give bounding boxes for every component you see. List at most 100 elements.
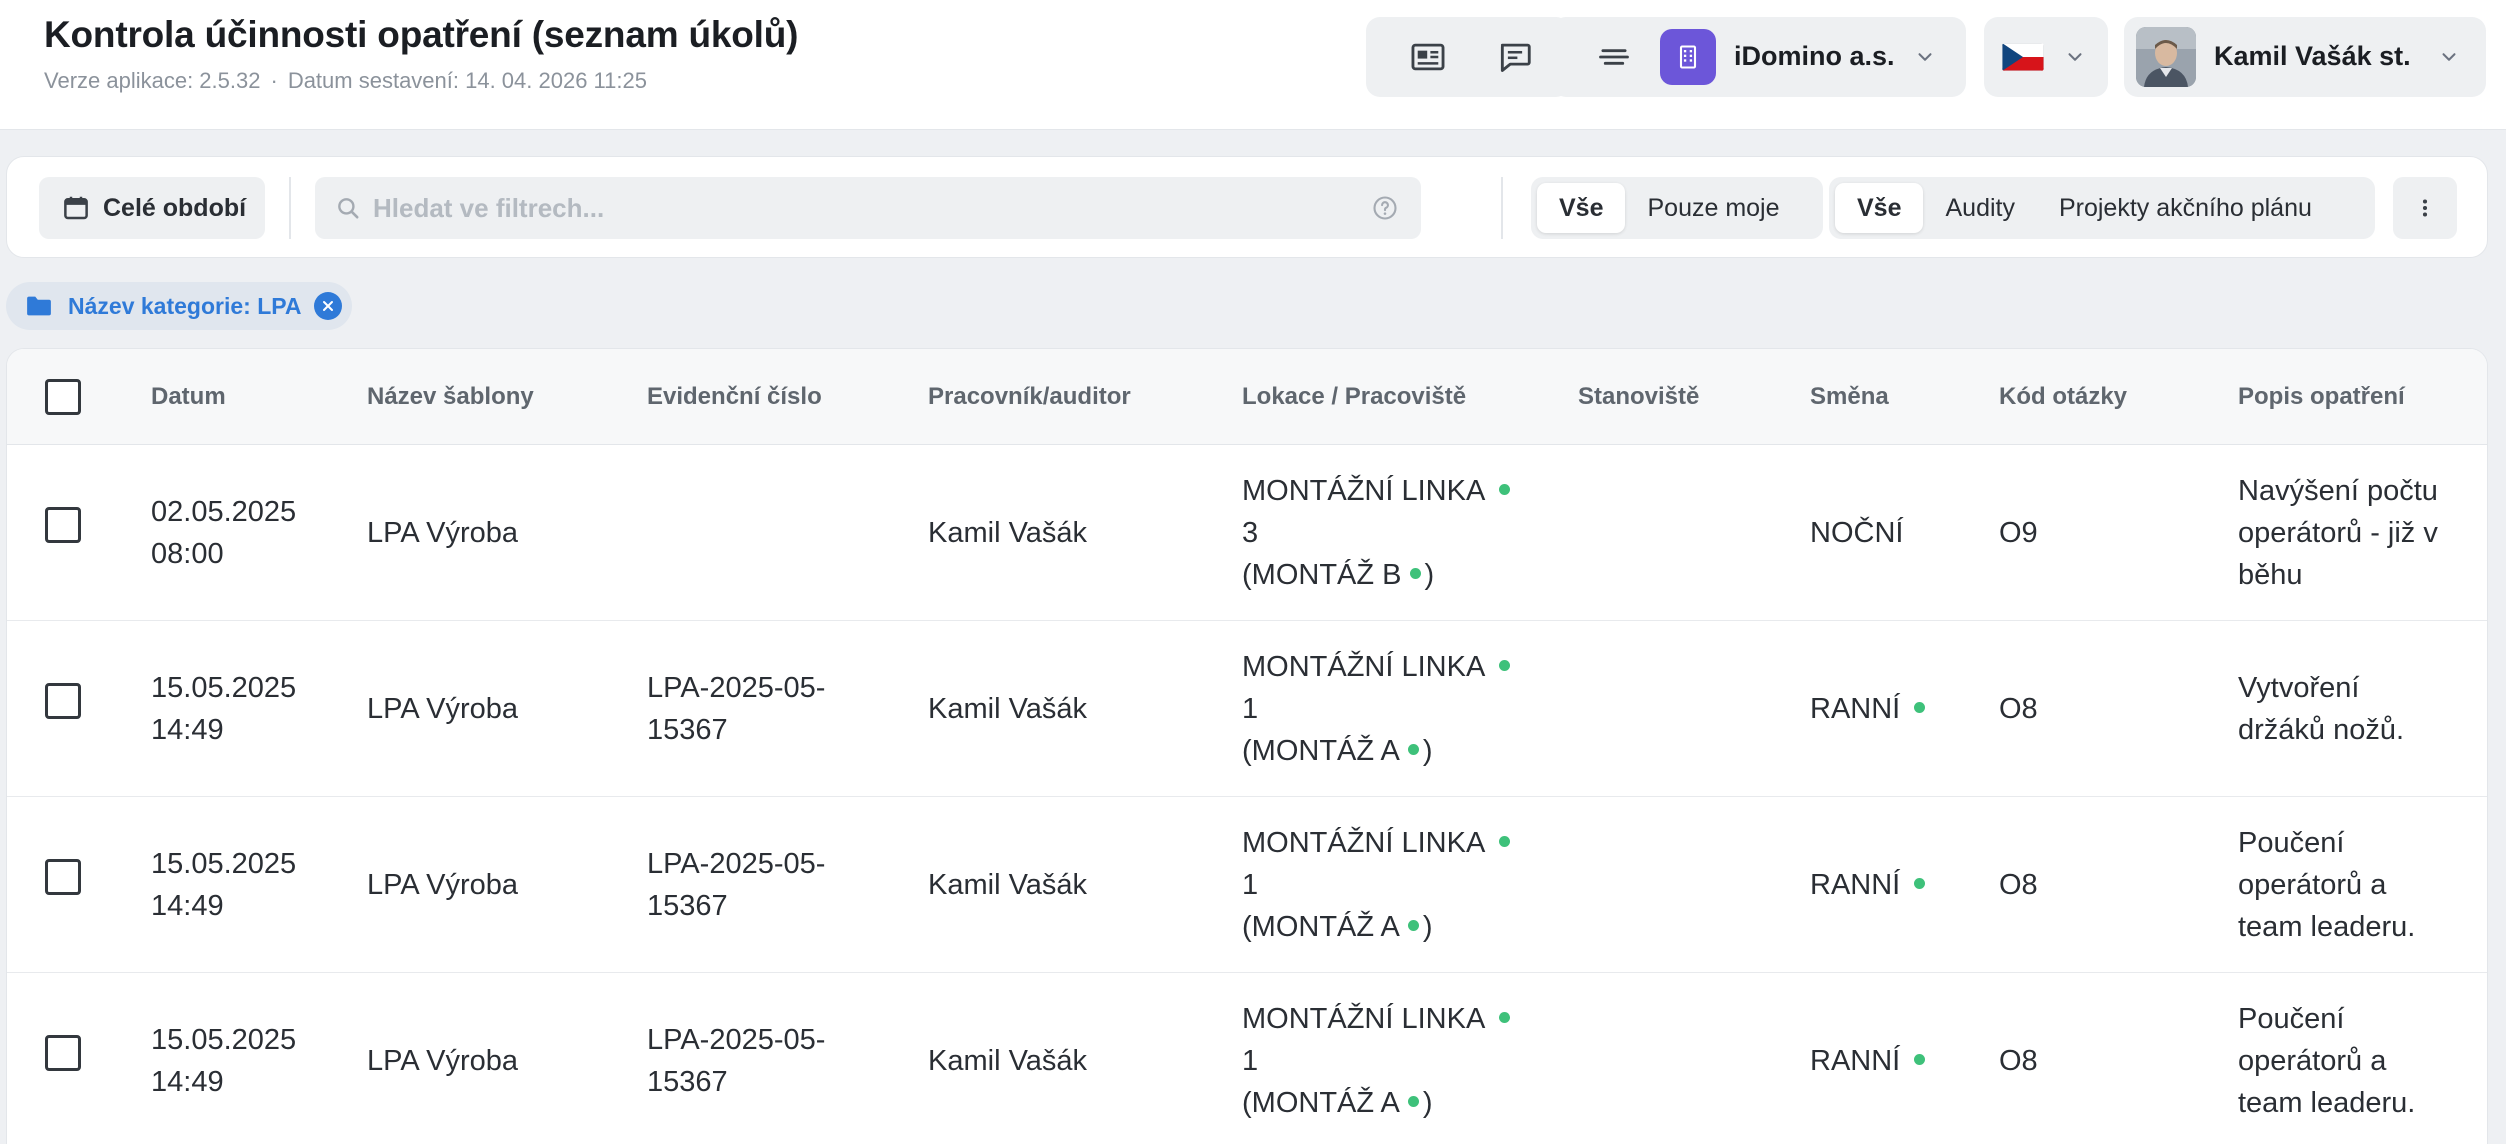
description-line: team leaderu. — [2238, 1087, 2416, 1119]
description-line: běhu — [2238, 559, 2303, 591]
column-header-evidence-number[interactable]: Evidenční číslo — [647, 383, 822, 411]
cell-date: 15.05.2025 14:49 — [151, 1019, 296, 1103]
organization-name: iDomino a.s. — [1734, 41, 1895, 71]
cell-shift: RANNÍ — [1810, 1040, 1926, 1082]
description-line: operátorů a — [2238, 869, 2387, 901]
cell-question-code: O8 — [1999, 1045, 2038, 1077]
cell-worker: Kamil Vašák — [928, 869, 1088, 901]
remove-filter-button[interactable] — [314, 292, 342, 320]
table-row[interactable]: 15.05.2025 14:49 LPA Výroba LPA-2025-05- 153… — [7, 797, 2487, 973]
status-dot — [1407, 1095, 1419, 1107]
cell-location: MONTÁŽNÍ LINKA 1 (MONTÁŽ A) — [1242, 822, 1511, 948]
cell-evidence-number: LPA-2025-05- 15367 — [647, 667, 825, 751]
column-header-worker[interactable]: Pracovník/auditor — [928, 383, 1131, 411]
search-input[interactable] — [373, 177, 1333, 239]
column-header-question-code[interactable]: Kód otázky — [1999, 383, 2127, 411]
row-checkbox[interactable] — [45, 683, 81, 719]
divider — [1501, 177, 1503, 239]
column-header-location[interactable]: Lokace / Pracoviště — [1242, 383, 1466, 411]
workplace-line: (MONTÁŽ A — [1242, 911, 1400, 943]
cell-date: 15.05.2025 14:49 — [151, 667, 296, 751]
chevron-down-icon — [2068, 53, 2082, 61]
cell-location: MONTÁŽNÍ LINKA 3 (MONTÁŽ B) — [1242, 470, 1511, 596]
active-filter-chip: Název kategorie: LPA — [6, 282, 352, 330]
search-box[interactable] — [315, 177, 1421, 239]
column-header-station[interactable]: Stanoviště — [1578, 383, 1699, 411]
table-row[interactable]: 15.05.2025 14:49 LPA Výroba LPA-2025-05- 153… — [7, 973, 2487, 1144]
chevron-down-icon — [1918, 53, 1932, 61]
row-checkbox[interactable] — [45, 507, 81, 543]
type-option-action-plan-projects[interactable]: Projekty akčního plánu — [2037, 183, 2334, 233]
page-title: Kontrola účinnosti opatření (seznam úkol… — [44, 14, 799, 55]
workplace-line-end: ) — [1422, 911, 1433, 943]
scope-toggle: Vše Pouze moje — [1531, 177, 1823, 239]
cell-date: 02.05.2025 08:00 — [151, 491, 296, 575]
search-icon — [338, 198, 359, 219]
description-line: držáků nožů. — [2238, 714, 2405, 746]
evidence-number-line: 15367 — [647, 890, 728, 922]
description-line: operátorů a — [2238, 1045, 2387, 1077]
status-dot — [1409, 567, 1421, 579]
cell-measure-description: Vytvoření držáků nožů. — [2238, 667, 2404, 751]
location-line: MONTÁŽNÍ LINKA — [1242, 1003, 1486, 1035]
type-toggle: Vše Audity Projekty akčního plánu — [1829, 177, 2375, 239]
cell-question-code: O8 — [1999, 693, 2038, 725]
column-header-template[interactable]: Název šablony — [367, 383, 534, 411]
row-checkbox[interactable] — [45, 1035, 81, 1071]
status-dot — [1499, 835, 1511, 847]
location-line: MONTÁŽNÍ LINKA — [1242, 475, 1486, 507]
type-option-audits[interactable]: Audity — [1923, 183, 2036, 233]
column-header-date[interactable]: Datum — [151, 383, 226, 411]
location-line: 1 — [1242, 1045, 1259, 1077]
user-menu[interactable]: Kamil Vašák st. — [2124, 17, 2486, 97]
status-dot — [1914, 701, 1926, 713]
cell-worker: Kamil Vašák — [928, 517, 1088, 549]
period-button[interactable]: Celé období — [39, 177, 265, 239]
cell-date: 15.05.2025 14:49 — [151, 843, 296, 927]
organization-switcher[interactable]: iDomino a.s. — [1648, 17, 1966, 97]
close-icon — [323, 301, 333, 311]
table-row[interactable]: 15.05.2025 14:49 LPA Výroba LPA-2025-05- 153… — [7, 621, 2487, 797]
cell-evidence-number: LPA-2025-05- 15367 — [647, 843, 825, 927]
table-row[interactable]: 02.05.2025 08:00 LPA Výroba Kamil Vašák MONT… — [7, 445, 2487, 621]
help-icon[interactable] — [1371, 194, 1399, 222]
filter-bar: Celé období Vše Pouze moje Vše Audity Pr… — [6, 156, 2488, 258]
date-value: 02.05.2025 — [151, 496, 297, 528]
meta-separator: · — [270, 68, 278, 93]
status-dot — [1914, 877, 1926, 889]
status-dot — [1499, 483, 1511, 495]
more-options-button[interactable] — [2393, 177, 2457, 239]
shift-value: RANNÍ — [1810, 693, 1901, 725]
workplace-line-end: ) — [1424, 559, 1435, 591]
cell-shift: RANNÍ — [1810, 864, 1926, 906]
chat-icon — [1500, 43, 1531, 72]
description-line: Poučení — [2238, 1003, 2345, 1035]
location-line: 1 — [1242, 869, 1259, 901]
status-dot — [1914, 1053, 1926, 1065]
app-meta: Verze aplikace: 2.5.32 · Datum sestavení: … — [44, 68, 647, 94]
description-line: Vytvoření — [2238, 672, 2360, 704]
scope-option-mine[interactable]: Pouze moje — [1625, 183, 1801, 233]
user-name: Kamil Vašák st. — [2214, 41, 2411, 71]
date-value: 15.05.2025 — [151, 672, 297, 704]
status-dot — [1407, 743, 1419, 755]
cell-shift: RANNÍ — [1810, 688, 1926, 730]
status-dot — [1499, 659, 1511, 671]
date-value: 15.05.2025 — [151, 1024, 297, 1056]
select-all-checkbox[interactable] — [45, 379, 81, 415]
cell-measure-description: Poučení operátorů a team leaderu. — [2238, 822, 2415, 948]
divider — [289, 177, 291, 239]
cell-measure-description: Poučení operátorů a team leaderu. — [2238, 998, 2415, 1124]
description-line: Poučení — [2238, 827, 2345, 859]
scope-option-all[interactable]: Vše — [1537, 183, 1626, 233]
time-value: 14:49 — [151, 890, 224, 922]
cell-location: MONTÁŽNÍ LINKA 1 (MONTÁŽ A) — [1242, 998, 1511, 1124]
period-label: Celé období — [103, 193, 247, 222]
row-checkbox[interactable] — [45, 859, 81, 895]
evidence-number-line: LPA-2025-05- — [647, 1024, 826, 1056]
type-option-all[interactable]: Vše — [1835, 183, 1924, 233]
language-switcher[interactable] — [1984, 17, 2108, 97]
column-header-shift[interactable]: Směna — [1810, 383, 1889, 411]
column-header-measure-description[interactable]: Popis opatření — [2238, 383, 2405, 411]
tasks-table: Datum Název šablony Evidenční číslo Prac… — [6, 348, 2488, 1144]
